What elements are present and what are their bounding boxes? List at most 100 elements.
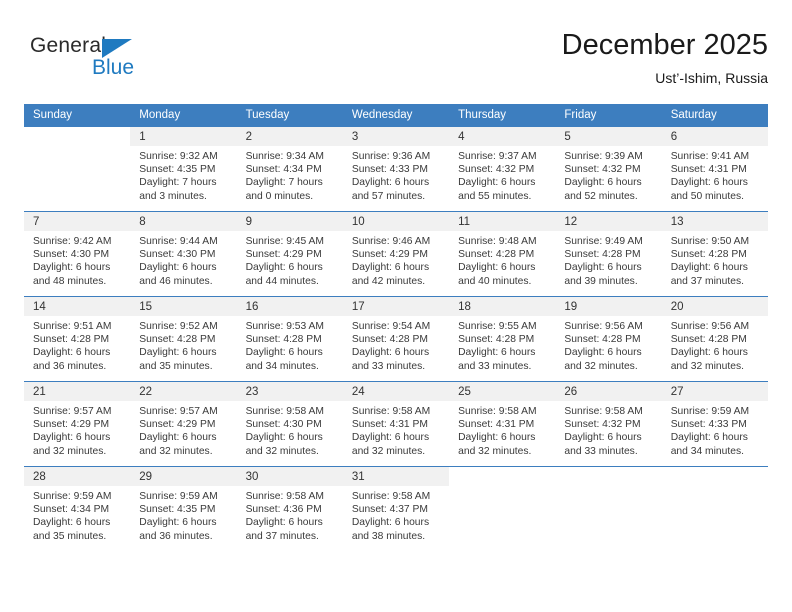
day-details: Sunrise: 9:54 AM Sunset: 4:28 PM Daylight:… <box>343 316 449 373</box>
daylight-duration-line1: Daylight: 6 hours <box>564 347 642 359</box>
calendar-day-cell[interactable]: 26 Sunrise: 9:58 AM Sunset: 4:32 PM Dayligh… <box>555 381 662 467</box>
daylight-duration-line1: Daylight: 6 hours <box>351 517 430 529</box>
calendar-week-row: 1 Sunrise: 9:32 AM Sunset: 4:35 PM Daylight… <box>24 126 768 212</box>
sunset-time: Sunset: 4:30 PM <box>33 249 110 261</box>
day-details: Sunrise: 9:53 AM Sunset: 4:28 PM Daylight:… <box>237 316 343 373</box>
calendar-day-cell[interactable]: 3 Sunrise: 9:36 AM Sunset: 4:33 PM Daylight… <box>342 126 450 212</box>
day-number: 9 <box>236 212 343 231</box>
daylight-duration-line2: and 37 minutes. <box>245 530 319 542</box>
daylight-duration-line2: and 52 minutes. <box>564 190 638 202</box>
daylight-duration-line1: Daylight: 6 hours <box>564 432 642 444</box>
daylight-duration-line2: and 34 minutes. <box>245 360 319 372</box>
calendar-day-cell[interactable]: 18 Sunrise: 9:55 AM Sunset: 4:28 PM Dayligh… <box>449 296 556 382</box>
calendar-day-cell[interactable]: 31 Sunrise: 9:58 AM Sunset: 4:37 PM Dayligh… <box>342 466 450 551</box>
sunset-time: Sunset: 4:28 PM <box>458 334 535 346</box>
day-number: 31 <box>342 467 450 486</box>
daylight-duration-line1: Daylight: 7 hours <box>245 177 323 189</box>
calendar-day-cell[interactable]: 6 Sunrise: 9:41 AM Sunset: 4:31 PM Daylight… <box>661 126 768 212</box>
calendar-day-cell[interactable]: 25 Sunrise: 9:58 AM Sunset: 4:31 PM Dayligh… <box>449 381 556 467</box>
daylight-duration-line2: and 32 minutes. <box>564 360 638 372</box>
calendar-day-cell[interactable]: 7 Sunrise: 9:42 AM Sunset: 4:30 PM Daylight… <box>24 211 131 297</box>
sunrise-time: Sunrise: 9:58 AM <box>458 406 537 417</box>
day-details: Sunrise: 9:51 AM Sunset: 4:28 PM Daylight:… <box>24 316 130 373</box>
day-details: Sunrise: 9:46 AM Sunset: 4:29 PM Daylight:… <box>343 231 449 288</box>
sunrise-time: Sunrise: 9:58 AM <box>564 406 643 417</box>
calendar-day-cell[interactable]: 17 Sunrise: 9:54 AM Sunset: 4:28 PM Dayligh… <box>342 296 450 382</box>
calendar-day-cell[interactable]: 29 Sunrise: 9:59 AM Sunset: 4:35 PM Dayligh… <box>130 466 237 551</box>
daylight-duration-line2: and 55 minutes. <box>458 190 532 202</box>
sunset-time: Sunset: 4:28 PM <box>33 334 110 346</box>
calendar-day-cell[interactable]: 23 Sunrise: 9:58 AM Sunset: 4:30 PM Dayligh… <box>236 381 343 467</box>
calendar-day-cell[interactable]: 22 Sunrise: 9:57 AM Sunset: 4:29 PM Dayligh… <box>130 381 237 467</box>
calendar-day-cell[interactable]: 21 Sunrise: 9:57 AM Sunset: 4:29 PM Dayligh… <box>24 381 131 467</box>
daylight-duration-line1: Daylight: 6 hours <box>139 517 217 529</box>
sunset-time: Sunset: 4:37 PM <box>351 504 428 516</box>
day-details: Sunrise: 9:55 AM Sunset: 4:28 PM Daylight:… <box>449 316 555 373</box>
calendar-day-cell[interactable]: 15 Sunrise: 9:52 AM Sunset: 4:28 PM Dayligh… <box>130 296 237 382</box>
daylight-duration-line2: and 36 minutes. <box>33 360 107 372</box>
day-details: Sunrise: 9:48 AM Sunset: 4:28 PM Daylight:… <box>449 231 555 288</box>
day-number: 2 <box>236 127 343 146</box>
calendar-day-cell[interactable]: 27 Sunrise: 9:59 AM Sunset: 4:33 PM Dayligh… <box>661 381 768 467</box>
daylight-duration-line1: Daylight: 6 hours <box>670 347 748 359</box>
sunset-time: Sunset: 4:28 PM <box>458 249 535 261</box>
calendar-day-cell[interactable]: 4 Sunrise: 9:37 AM Sunset: 4:32 PM Daylight… <box>449 126 556 212</box>
daylight-duration-line1: Daylight: 6 hours <box>33 432 111 444</box>
day-details: Sunrise: 9:52 AM Sunset: 4:28 PM Daylight:… <box>130 316 236 373</box>
day-number <box>555 467 662 486</box>
daylight-duration-line2: and 57 minutes. <box>351 190 426 202</box>
calendar-day-cell[interactable]: 24 Sunrise: 9:58 AM Sunset: 4:31 PM Dayligh… <box>342 381 450 467</box>
day-details: Sunrise: 9:39 AM Sunset: 4:32 PM Daylight:… <box>555 146 661 203</box>
sunrise-time: Sunrise: 9:41 AM <box>670 151 750 162</box>
day-details: Sunrise: 9:56 AM Sunset: 4:28 PM Daylight:… <box>662 316 768 373</box>
day-details: Sunrise: 9:57 AM Sunset: 4:29 PM Daylight:… <box>24 401 130 458</box>
sunrise-time: Sunrise: 9:42 AM <box>33 236 112 247</box>
sunrise-time: Sunrise: 9:56 AM <box>564 321 643 332</box>
calendar-day-cell[interactable]: 28 Sunrise: 9:59 AM Sunset: 4:34 PM Dayligh… <box>24 466 131 551</box>
calendar-day-cell[interactable]: 1 Sunrise: 9:32 AM Sunset: 4:35 PM Daylight… <box>130 126 237 212</box>
sunrise-time: Sunrise: 9:59 AM <box>670 406 750 417</box>
calendar-empty-cell <box>24 126 131 212</box>
weekday-header-wednesday: Wednesday <box>342 104 450 127</box>
sunset-time: Sunset: 4:29 PM <box>245 249 322 261</box>
daylight-duration-line1: Daylight: 6 hours <box>245 347 323 359</box>
day-number: 12 <box>555 212 662 231</box>
daylight-duration-line1: Daylight: 6 hours <box>458 432 536 444</box>
logo-text-general: General <box>30 34 107 57</box>
daylight-duration-line1: Daylight: 6 hours <box>139 262 217 274</box>
calendar-body: 1 Sunrise: 9:32 AM Sunset: 4:35 PM Daylight… <box>24 126 768 551</box>
calendar-empty-cell <box>449 466 556 551</box>
calendar-week-row: 14 Sunrise: 9:51 AM Sunset: 4:28 PM Dayligh… <box>24 296 768 382</box>
sunset-time: Sunset: 4:28 PM <box>139 334 216 346</box>
calendar-day-cell[interactable]: 14 Sunrise: 9:51 AM Sunset: 4:28 PM Dayligh… <box>24 296 131 382</box>
calendar-day-cell[interactable]: 19 Sunrise: 9:56 AM Sunset: 4:28 PM Dayligh… <box>555 296 662 382</box>
daylight-duration-line2: and 37 minutes. <box>670 275 744 287</box>
calendar-day-cell[interactable]: 20 Sunrise: 9:56 AM Sunset: 4:28 PM Dayligh… <box>661 296 768 382</box>
calendar-day-cell[interactable]: 8 Sunrise: 9:44 AM Sunset: 4:30 PM Daylight… <box>130 211 237 297</box>
daylight-duration-line1: Daylight: 6 hours <box>245 517 323 529</box>
calendar-day-cell[interactable]: 12 Sunrise: 9:49 AM Sunset: 4:28 PM Dayligh… <box>555 211 662 297</box>
day-number: 30 <box>236 467 343 486</box>
sunrise-time: Sunrise: 9:58 AM <box>245 491 324 502</box>
general-blue-logo[interactable]: General Blue <box>30 34 180 92</box>
calendar-grid: Sunday Monday Tuesday Wednesday Thursday… <box>24 104 768 551</box>
calendar-day-cell[interactable]: 30 Sunrise: 9:58 AM Sunset: 4:36 PM Dayligh… <box>236 466 343 551</box>
sunset-time: Sunset: 4:28 PM <box>564 249 641 261</box>
day-details: Sunrise: 9:41 AM Sunset: 4:31 PM Daylight:… <box>662 146 768 203</box>
calendar-day-cell[interactable]: 2 Sunrise: 9:34 AM Sunset: 4:34 PM Daylight… <box>236 126 343 212</box>
sunset-time: Sunset: 4:31 PM <box>670 164 747 176</box>
calendar-day-cell[interactable]: 16 Sunrise: 9:53 AM Sunset: 4:28 PM Dayligh… <box>236 296 343 382</box>
calendar-day-cell[interactable]: 5 Sunrise: 9:39 AM Sunset: 4:32 PM Daylight… <box>555 126 662 212</box>
page-subtitle: Ust’-Ishim, Russia <box>655 70 768 86</box>
day-number: 20 <box>661 297 768 316</box>
calendar-day-cell[interactable]: 11 Sunrise: 9:48 AM Sunset: 4:28 PM Dayligh… <box>449 211 556 297</box>
daylight-duration-line1: Daylight: 6 hours <box>351 177 430 189</box>
calendar-day-cell[interactable]: 9 Sunrise: 9:45 AM Sunset: 4:29 PM Daylight… <box>236 211 343 297</box>
day-number: 21 <box>24 382 131 401</box>
page-title: December 2025 <box>561 29 768 61</box>
calendar-day-cell[interactable]: 13 Sunrise: 9:50 AM Sunset: 4:28 PM Dayligh… <box>661 211 768 297</box>
day-number: 27 <box>661 382 768 401</box>
day-number <box>661 467 768 486</box>
calendar-day-cell[interactable]: 10 Sunrise: 9:46 AM Sunset: 4:29 PM Dayligh… <box>342 211 450 297</box>
calendar-week-row: 21 Sunrise: 9:57 AM Sunset: 4:29 PM Dayligh… <box>24 381 768 467</box>
